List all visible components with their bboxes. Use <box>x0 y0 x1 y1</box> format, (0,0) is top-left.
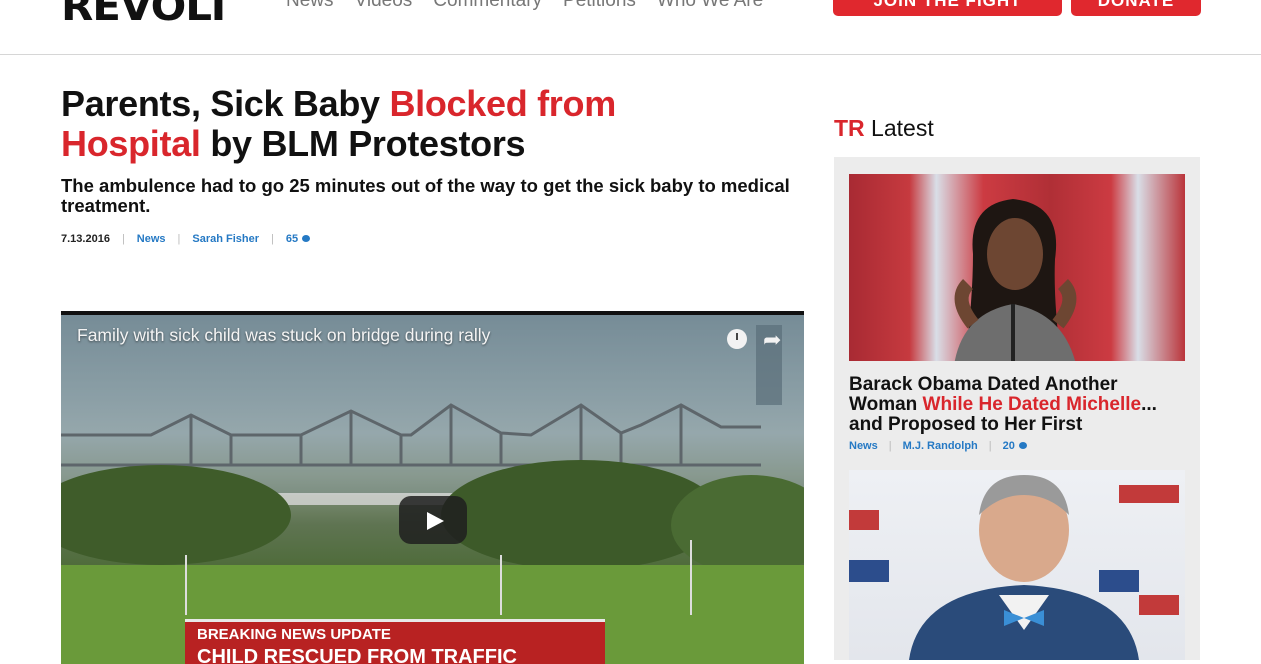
meta-separator: | <box>988 440 992 452</box>
donate-button[interactable]: DONATE <box>1071 0 1201 16</box>
card-image[interactable] <box>849 470 1185 660</box>
comment-icon <box>1018 442 1027 449</box>
comment-icon <box>302 235 311 242</box>
play-button[interactable] <box>399 496 467 544</box>
article-title: Parents, Sick Baby Blocked from Hospital… <box>61 84 701 164</box>
card-comments-link[interactable]: 20 <box>1003 440 1027 452</box>
title-text: Parents, Sick Baby <box>61 83 390 124</box>
card-comment-count: 20 <box>1002 440 1015 452</box>
video-thumbnail <box>61 315 804 664</box>
video-title[interactable]: Family with sick child was stuck on brid… <box>77 325 490 346</box>
news-banner: BREAKING NEWS UPDATE CHILD RESCUED FROM … <box>185 619 605 664</box>
comment-count: 65 <box>285 233 299 245</box>
meta-separator: | <box>177 233 181 245</box>
news-banner-line2: CHILD RESCUED FROM TRAFFIC <box>197 646 517 664</box>
news-banner-line1: BREAKING NEWS UPDATE <box>197 626 391 643</box>
article-comments-link[interactable]: 65 <box>285 233 311 245</box>
video-player[interactable]: Family with sick child was stuck on brid… <box>61 311 804 664</box>
nav-videos[interactable]: Videos <box>355 0 413 12</box>
card-image[interactable] <box>849 174 1185 361</box>
latest-panel: Barack Obama Dated Another Woman While H… <box>834 157 1200 660</box>
sidebar-heading-brand: TR <box>834 115 865 141</box>
nav-news[interactable]: News <box>286 0 334 12</box>
card-title-link[interactable]: Barack Obama Dated Another Woman While H… <box>849 375 1189 435</box>
sidebar-heading-text: Latest <box>864 115 934 141</box>
article-author-link[interactable]: Sarah Fisher <box>192 233 259 245</box>
site-header: REVOLT News Videos Commentary Petitions … <box>0 0 1261 55</box>
title-text-end: by BLM Protestors <box>200 123 526 164</box>
article-date: 7.13.2016 <box>61 233 110 245</box>
main-nav: News Videos Commentary Petitions Who We … <box>286 0 763 12</box>
card-category-link[interactable]: News <box>849 440 878 452</box>
join-the-fight-button[interactable]: JOIN THE FIGHT <box>833 0 1062 16</box>
card-meta: News | M.J. Randolph | 20 <box>849 440 1027 452</box>
nav-petitions[interactable]: Petitions <box>563 0 636 12</box>
site-logo[interactable]: REVOLT <box>61 0 233 30</box>
watch-later-icon[interactable] <box>727 329 747 349</box>
card-photo <box>954 199 1077 361</box>
nav-who-we-are[interactable]: Who We Are <box>657 0 763 12</box>
article-subtitle: The ambulence had to go 25 minutes out o… <box>61 175 790 216</box>
share-icon[interactable]: ➦ <box>763 327 781 353</box>
card-author-link[interactable]: M.J. Randolph <box>903 440 978 452</box>
meta-separator: | <box>888 440 892 452</box>
card-photo <box>849 475 1179 660</box>
sidebar-heading: TR Latest <box>834 115 934 142</box>
card-title-highlight: While He Dated Michelle <box>922 394 1142 415</box>
meta-separator: | <box>271 233 274 245</box>
meta-separator: | <box>121 233 125 245</box>
article-category-link[interactable]: News <box>137 233 166 245</box>
nav-commentary[interactable]: Commentary <box>433 0 542 12</box>
article-meta: 7.13.2016 | News | Sarah Fisher | 65 <box>61 233 311 245</box>
